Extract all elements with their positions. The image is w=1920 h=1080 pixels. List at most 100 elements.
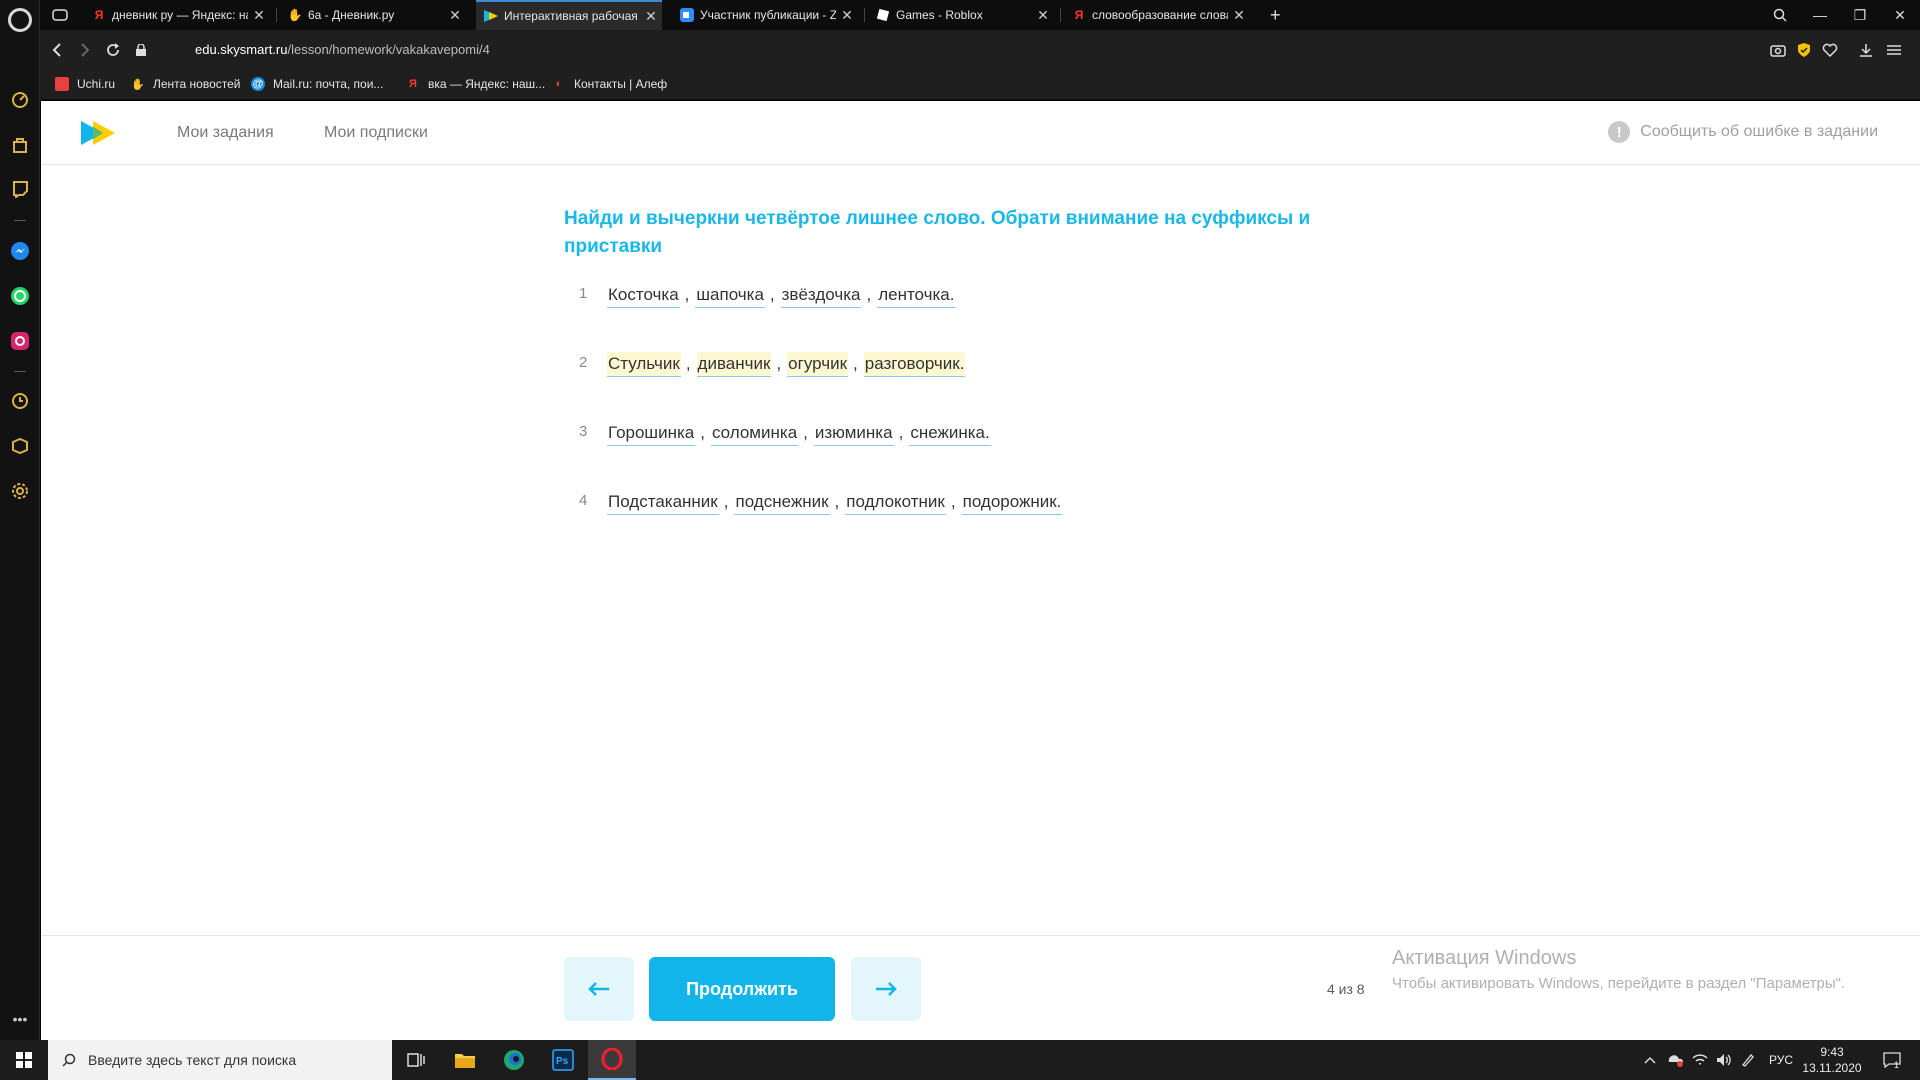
exclamation-icon: ! bbox=[1608, 121, 1631, 143]
task-title: Найди и вычеркни четвёртое лишнее слово.… bbox=[564, 208, 1311, 257]
word-option[interactable]: шапочка bbox=[695, 283, 765, 308]
photoshop-icon[interactable]: Ps bbox=[539, 1040, 587, 1080]
word-option[interactable]: соломинка bbox=[710, 421, 799, 446]
task-view-icon[interactable] bbox=[392, 1040, 440, 1080]
tab-search-icon[interactable] bbox=[1760, 0, 1800, 30]
bookmarks-bar: Uchi.ru ✋ Лента новостей @ Mail.ru: почт… bbox=[40, 70, 1920, 100]
antivirus-tray-icon[interactable] bbox=[1664, 1040, 1688, 1080]
tab-skysmart[interactable]: Интерактивная рабочая т ✕ bbox=[476, 0, 662, 30]
bookmark-news-feed[interactable]: ✋ Лента новостей bbox=[131, 77, 240, 91]
word-option[interactable]: изюминка bbox=[813, 421, 894, 446]
svg-text:Ps: Ps bbox=[556, 1056, 569, 1067]
progress-counter: 4 из 8 bbox=[1327, 981, 1365, 997]
file-explorer-icon[interactable] bbox=[441, 1040, 489, 1080]
pen-ink-icon[interactable] bbox=[1736, 1040, 1760, 1080]
edge-icon[interactable] bbox=[490, 1040, 538, 1080]
skysmart-logo-icon[interactable] bbox=[81, 121, 115, 150]
bookmark-uchi[interactable]: Uchi.ru bbox=[55, 77, 115, 91]
row-number: 2 bbox=[579, 354, 588, 371]
vpn-shield-icon[interactable] bbox=[1794, 40, 1814, 60]
volume-icon[interactable] bbox=[1712, 1040, 1736, 1080]
tab-word-formation[interactable]: Я словообразование слова ✕ bbox=[1064, 0, 1250, 30]
messenger-icon[interactable] bbox=[9, 240, 31, 262]
word-option[interactable]: Подстаканник bbox=[607, 490, 719, 515]
close-window-icon[interactable]: ✕ bbox=[1880, 0, 1920, 30]
yandex-icon: Я bbox=[94, 8, 104, 22]
bookmark-mailru[interactable]: @ Mail.ru: почта, пои... bbox=[251, 77, 383, 91]
snapshot-camera-icon[interactable] bbox=[1768, 40, 1788, 60]
shopping-icon[interactable] bbox=[9, 134, 31, 156]
language-indicator[interactable]: РУС bbox=[1764, 1040, 1798, 1080]
skysmart-icon bbox=[484, 9, 498, 23]
tab-close-icon[interactable]: ✕ bbox=[1032, 7, 1054, 24]
word-option[interactable]: Косточка bbox=[607, 283, 680, 308]
tab-strip-icon[interactable] bbox=[44, 0, 80, 30]
opera-taskbar-icon[interactable] bbox=[588, 1040, 636, 1080]
word-option[interactable]: Стульчик bbox=[607, 352, 681, 377]
uchi-icon bbox=[55, 77, 69, 91]
more-icon[interactable]: ••• bbox=[9, 1008, 31, 1030]
word-option[interactable]: ленточка. bbox=[877, 283, 956, 308]
tab-close-icon[interactable]: ✕ bbox=[836, 7, 858, 24]
new-tab-plus-icon[interactable]: + bbox=[1262, 0, 1292, 30]
next-button[interactable] bbox=[851, 957, 921, 1021]
yandex-icon: Я bbox=[1074, 8, 1084, 22]
twitch-icon[interactable] bbox=[9, 178, 31, 200]
word-option[interactable]: подорожник. bbox=[961, 490, 1063, 515]
lock-icon[interactable] bbox=[130, 39, 152, 61]
tray-chevron-up-icon[interactable] bbox=[1638, 1040, 1662, 1080]
tab-yandex-diary[interactable]: Я дневник ру — Яндекс: на ✕ bbox=[84, 0, 270, 30]
word-option[interactable]: подлокотник bbox=[845, 490, 946, 515]
bookmark-alef[interactable]: ◐ Контакты | Алеф bbox=[552, 77, 668, 91]
taskbar-clock[interactable]: 9:43 13.11.2020 bbox=[1800, 1044, 1864, 1076]
report-error-link[interactable]: ! Сообщить об ошибке в задании bbox=[1608, 121, 1878, 143]
tab-close-icon[interactable]: ✕ bbox=[248, 7, 270, 24]
arrow-left-icon bbox=[588, 982, 609, 996]
tab-close-icon[interactable]: ✕ bbox=[640, 8, 662, 25]
tab-close-icon[interactable]: ✕ bbox=[1228, 7, 1250, 24]
site-header: Мои задания Мои подписки ! Сообщить об о… bbox=[41, 101, 1920, 165]
opera-logo-icon[interactable] bbox=[8, 8, 32, 32]
tab-close-icon[interactable]: ✕ bbox=[444, 7, 466, 24]
continue-button[interactable]: Продолжить bbox=[649, 957, 835, 1021]
windows-start-icon[interactable] bbox=[0, 1040, 48, 1080]
extensions-icon[interactable] bbox=[9, 435, 31, 457]
bookmark-yandex[interactable]: Я вка — Яндекс: наш... bbox=[406, 77, 545, 91]
prev-button[interactable] bbox=[564, 957, 634, 1021]
tab-dnevnik[interactable]: ✋ 6а - Дневник.ру ✕ bbox=[280, 0, 466, 30]
easy-setup-icon[interactable] bbox=[1884, 40, 1904, 60]
download-icon[interactable] bbox=[1856, 40, 1876, 60]
minimize-icon[interactable]: — bbox=[1800, 0, 1840, 30]
network-icon[interactable] bbox=[1688, 1040, 1712, 1080]
history-icon[interactable] bbox=[9, 390, 31, 412]
tab-zoom[interactable]: Участник публикации - Z ✕ bbox=[672, 0, 858, 30]
row-number: 1 bbox=[579, 285, 588, 302]
instagram-icon[interactable] bbox=[9, 330, 31, 352]
whatsapp-icon[interactable] bbox=[9, 285, 31, 307]
url-field[interactable]: edu.skysmart.ru/lesson/homework/vakakave… bbox=[195, 42, 490, 57]
word-option[interactable]: диванчик bbox=[696, 352, 772, 377]
activation-text: Чтобы активировать Windows, перейдите в … bbox=[1392, 975, 1846, 992]
word-option[interactable]: Горошинка bbox=[607, 421, 696, 446]
nav-my-subscriptions[interactable]: Мои подписки bbox=[324, 124, 428, 142]
task-row: 3 Горошинка, соломинка, изюминка, снежин… bbox=[579, 421, 1279, 490]
speed-dial-icon[interactable] bbox=[9, 88, 31, 110]
forward-icon[interactable] bbox=[74, 39, 96, 61]
heart-icon[interactable] bbox=[1820, 40, 1840, 60]
word-option[interactable]: огурчик bbox=[787, 352, 849, 377]
web-page: Мои задания Мои подписки ! Сообщить об о… bbox=[41, 101, 1920, 1040]
settings-gear-icon[interactable] bbox=[9, 480, 31, 502]
word-option[interactable]: звёздочка bbox=[780, 283, 862, 308]
word-option[interactable]: разговорчик. bbox=[863, 352, 966, 377]
tab-roblox[interactable]: Games - Roblox ✕ bbox=[868, 0, 1054, 30]
back-icon[interactable] bbox=[46, 39, 68, 61]
word-option[interactable]: подснежник bbox=[734, 490, 830, 515]
roblox-icon bbox=[876, 8, 890, 22]
word-option[interactable]: снежинка. bbox=[909, 421, 991, 446]
restore-icon[interactable]: ❐ bbox=[1840, 0, 1880, 30]
taskbar-search-input[interactable]: Введите здесь текст для поиска bbox=[48, 1040, 392, 1080]
reload-icon[interactable] bbox=[102, 39, 124, 61]
notifications-icon[interactable]: 1 bbox=[1872, 1040, 1912, 1080]
nav-my-tasks[interactable]: Мои задания bbox=[177, 124, 274, 142]
notification-count: 1 bbox=[1894, 1060, 1900, 1070]
